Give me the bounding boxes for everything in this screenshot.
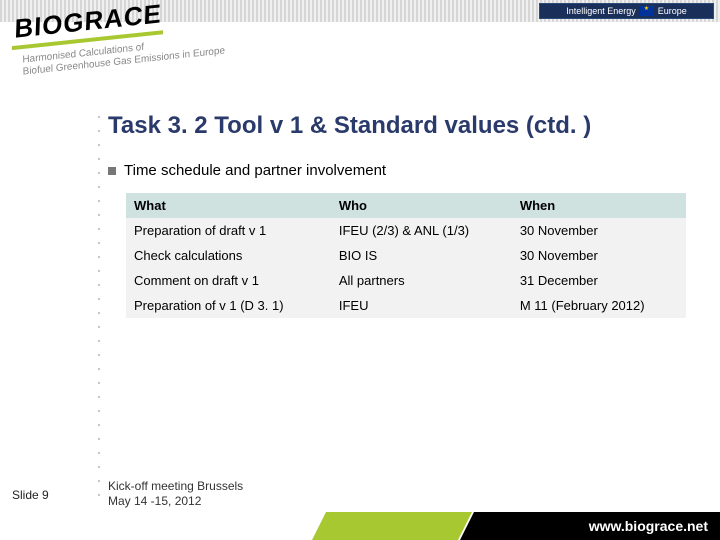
col-who: Who xyxy=(331,193,512,218)
content-area: Task 3. 2 Tool v 1 & Standard values (ct… xyxy=(108,112,700,318)
page-title: Task 3. 2 Tool v 1 & Standard values (ct… xyxy=(108,112,700,140)
footer-url: www.biograce.net xyxy=(589,518,708,534)
badge-text: Intelligent Energy xyxy=(566,6,636,16)
table-row: Check calculations BIO IS 30 November xyxy=(126,243,686,268)
table-row: Preparation of v 1 (D 3. 1) IFEU M 11 (F… xyxy=(126,293,686,318)
cell: 31 December xyxy=(512,268,686,293)
bullet-text: Time schedule and partner involvement xyxy=(124,162,386,179)
cell: Check calculations xyxy=(126,243,331,268)
footer: www.biograce.net xyxy=(0,498,720,540)
table-row: Comment on draft v 1 All partners 31 Dec… xyxy=(126,268,686,293)
col-what: What xyxy=(126,193,331,218)
energy-badge: Intelligent Energy Europe xyxy=(539,3,714,19)
table-row: Preparation of draft v 1 IFEU (2/3) & AN… xyxy=(126,218,686,243)
bullet-row: Time schedule and partner involvement xyxy=(108,162,700,179)
footer-url-bar: www.biograce.net xyxy=(460,512,720,540)
footer-accent xyxy=(312,512,472,540)
table-header-row: What Who When xyxy=(126,193,686,218)
cell: IFEU xyxy=(331,293,512,318)
badge-europe: Europe xyxy=(658,6,687,16)
cell: All partners xyxy=(331,268,512,293)
cell: Preparation of draft v 1 xyxy=(126,218,331,243)
cell: 30 November xyxy=(512,218,686,243)
col-when: When xyxy=(512,193,686,218)
cell: BIO IS xyxy=(331,243,512,268)
dotted-divider xyxy=(96,110,102,500)
cell: M 11 (February 2012) xyxy=(512,293,686,318)
eu-flag-icon xyxy=(640,6,654,16)
cell: Preparation of v 1 (D 3. 1) xyxy=(126,293,331,318)
cell: IFEU (2/3) & ANL (1/3) xyxy=(331,218,512,243)
kickoff-line1: Kick-off meeting Brussels xyxy=(108,479,243,493)
cell: 30 November xyxy=(512,243,686,268)
logo-block: BIOGRACE Harmonised Calculations of Biof… xyxy=(12,6,225,68)
schedule-table: What Who When Preparation of draft v 1 I… xyxy=(126,193,686,318)
cell: Comment on draft v 1 xyxy=(126,268,331,293)
square-bullet-icon xyxy=(108,167,116,175)
